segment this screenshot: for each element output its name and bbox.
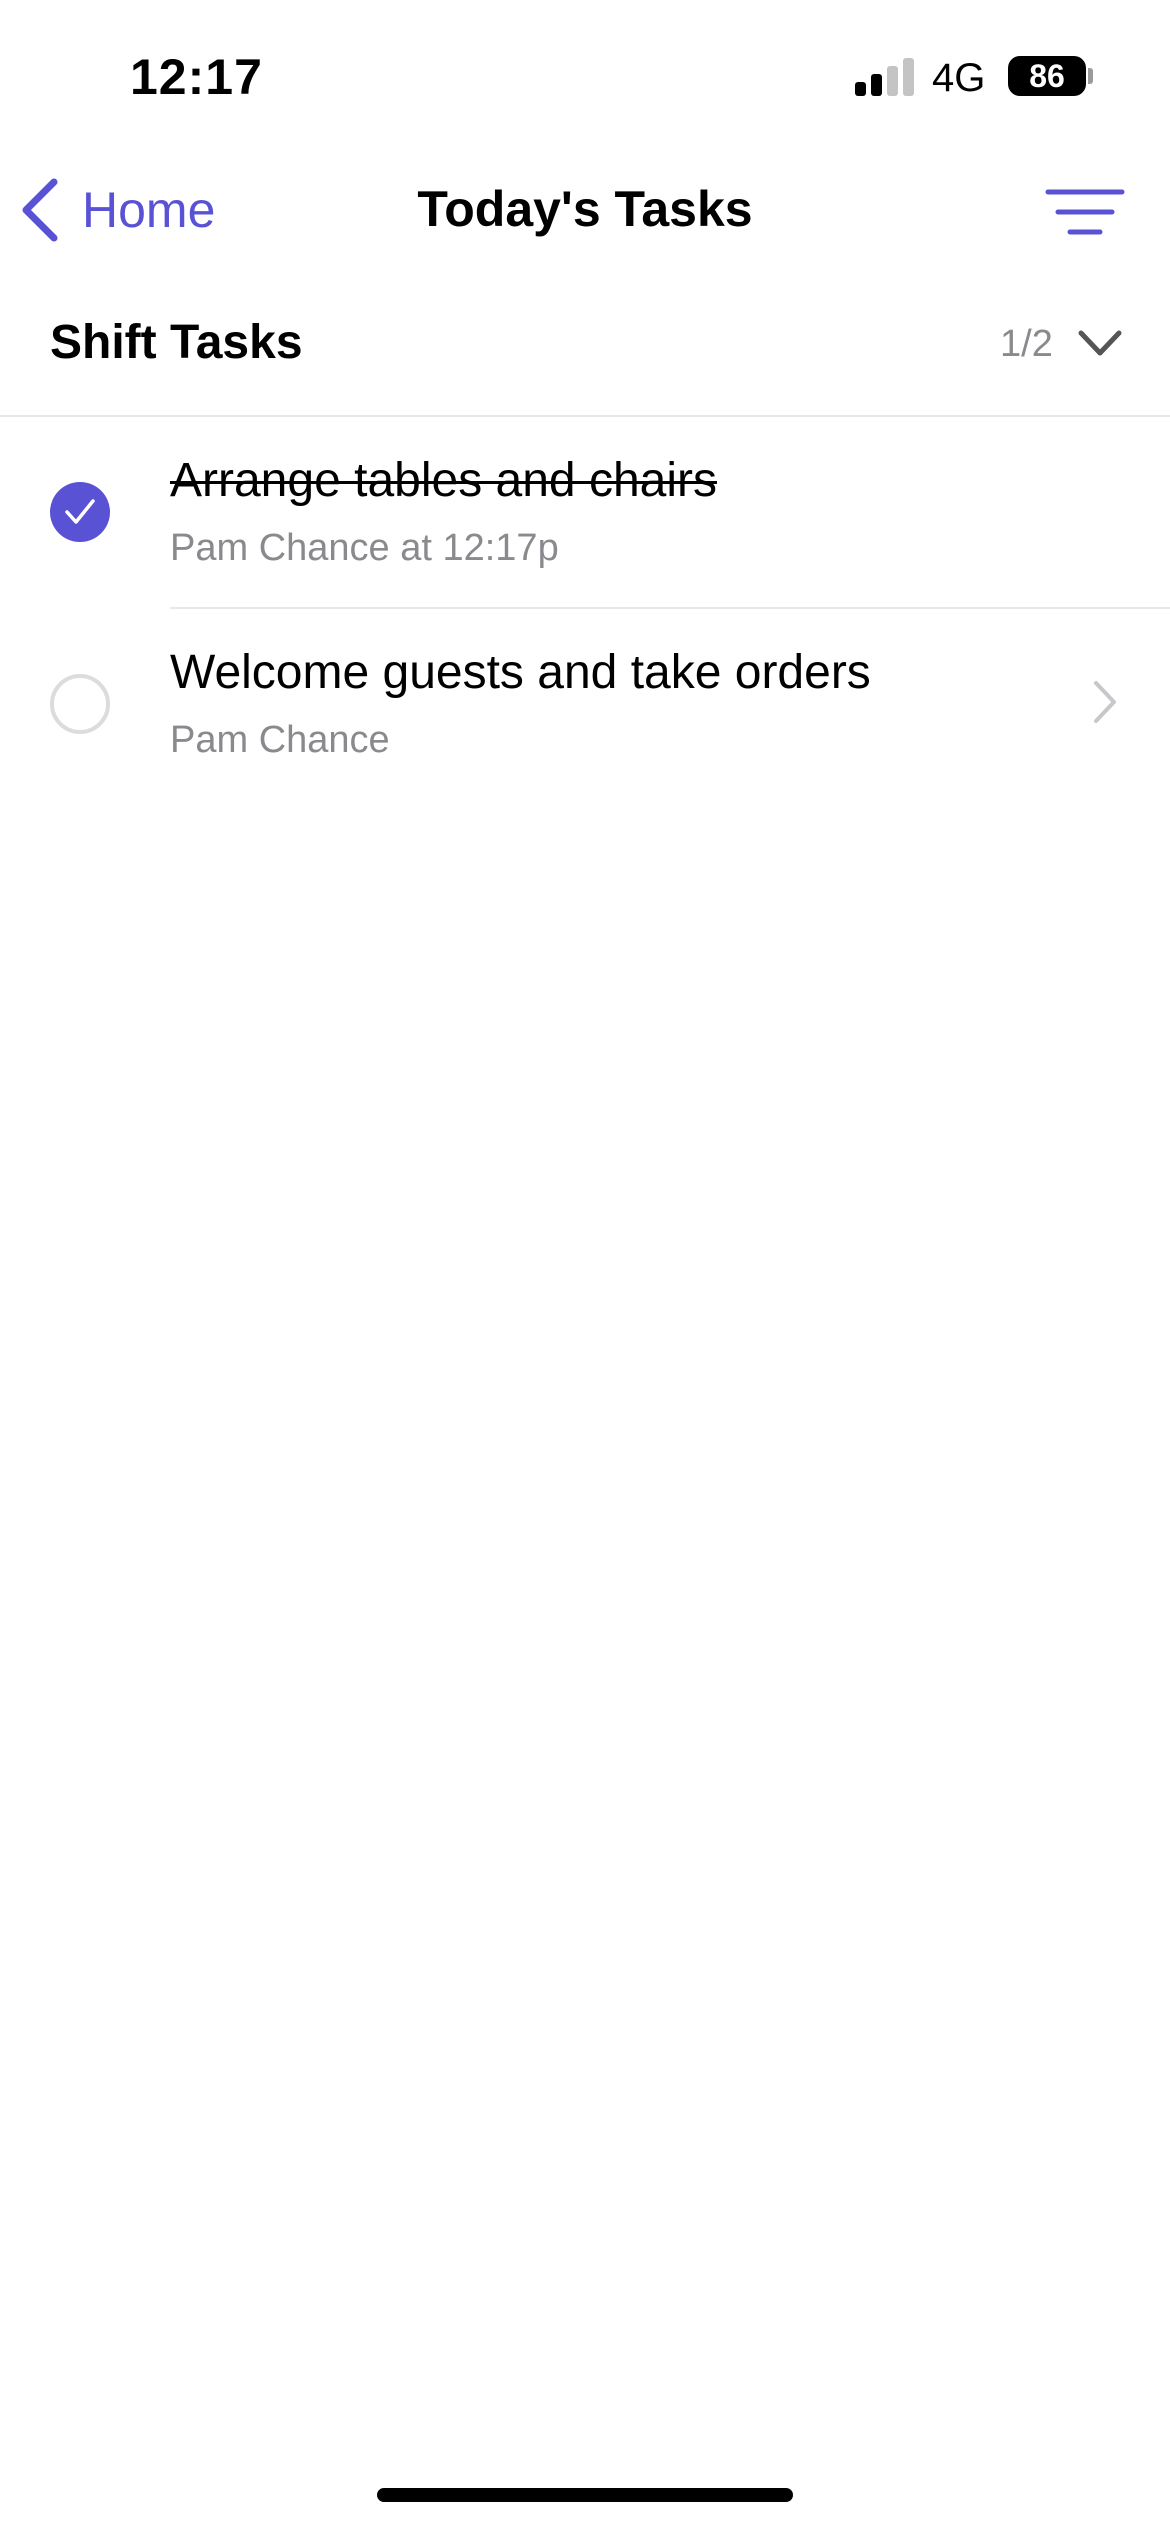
nav-bar: Home Today's Tasks bbox=[0, 150, 1170, 270]
chevron-right-icon[interactable] bbox=[1090, 677, 1120, 727]
battery-icon: 86 bbox=[1008, 56, 1086, 96]
home-indicator[interactable] bbox=[377, 2488, 793, 2502]
network-type: 4G bbox=[932, 56, 986, 100]
task-row[interactable]: Welcome guests and take orders Pam Chanc… bbox=[0, 609, 1170, 799]
section-progress-count: 1/2 bbox=[1000, 323, 1053, 365]
section-header-shift-tasks[interactable]: Shift Tasks 1/2 bbox=[0, 295, 1170, 417]
task-assignee: Pam Chance bbox=[170, 719, 390, 761]
checkmark-icon bbox=[65, 499, 95, 524]
status-bar: 12:17 4G 86 bbox=[0, 0, 1170, 150]
task-checkbox-checked[interactable] bbox=[50, 482, 110, 542]
battery-level: 86 bbox=[1029, 58, 1065, 94]
battery-nub bbox=[1088, 68, 1093, 84]
page-title: Today's Tasks bbox=[417, 181, 753, 237]
task-title: Welcome guests and take orders bbox=[170, 646, 871, 699]
filter-lines-icon bbox=[1045, 189, 1125, 235]
status-time: 12:17 bbox=[130, 49, 263, 105]
task-assignee: Pam Chance at 12:17p bbox=[170, 527, 559, 569]
task-title: Arrange tables and chairs bbox=[170, 454, 717, 507]
section-title: Shift Tasks bbox=[50, 316, 303, 369]
filter-button[interactable] bbox=[1040, 182, 1130, 242]
cellular-signal-icon bbox=[855, 58, 915, 96]
chevron-down-icon[interactable] bbox=[1075, 323, 1125, 363]
task-checkbox-unchecked[interactable] bbox=[50, 674, 110, 734]
task-row[interactable]: Arrange tables and chairs Pam Chance at … bbox=[0, 417, 1170, 607]
